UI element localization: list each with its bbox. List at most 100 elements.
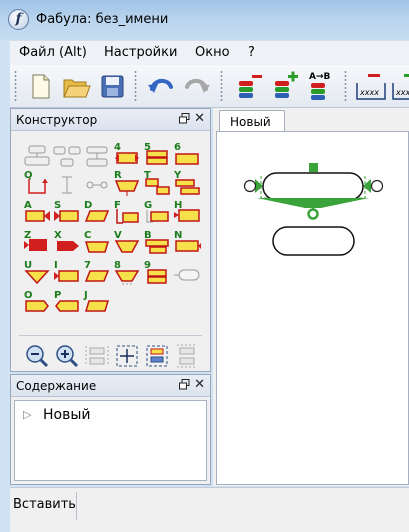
palette-block-4[interactable]: 4 xyxy=(113,142,141,169)
menu-window[interactable]: Окно xyxy=(195,45,230,60)
palette-block-t[interactable]: T xyxy=(143,170,171,197)
stack-rename-icon: A→B xyxy=(309,72,331,100)
palette-block-split-gray[interactable] xyxy=(83,145,111,169)
palette-block-9[interactable]: 9 xyxy=(143,260,171,287)
palette-block-process-group[interactable] xyxy=(23,145,51,169)
palette-label: C xyxy=(84,230,92,241)
palette-label: 4 xyxy=(114,142,121,153)
save-button[interactable] xyxy=(95,69,129,103)
diagram-canvas[interactable] xyxy=(216,131,409,485)
status-separator xyxy=(76,492,77,520)
palette-block-c[interactable]: C xyxy=(83,230,111,257)
palette-block-terminator[interactable] xyxy=(173,263,201,287)
palette-block-connector[interactable] xyxy=(53,173,81,197)
palette-block-n[interactable]: N xyxy=(173,230,201,257)
rename-block-button[interactable]: A→B xyxy=(304,69,338,103)
palette-block-u[interactable]: U xyxy=(23,260,51,287)
redo-button[interactable] xyxy=(180,69,214,103)
toolbar-grip[interactable] xyxy=(344,70,347,103)
palette-label: X xyxy=(54,230,62,241)
undo-button[interactable] xyxy=(144,69,178,103)
palette-block-5[interactable]: 5 xyxy=(143,142,171,169)
palette-label: J xyxy=(84,290,88,301)
palette-block-i[interactable]: I xyxy=(53,260,81,287)
status-text: Вставить xyxy=(13,497,76,512)
add-text-button[interactable]: xxxx xyxy=(390,69,409,103)
fit-all-button[interactable] xyxy=(144,343,170,369)
palette-block-j[interactable]: J xyxy=(83,290,111,317)
palette-block-s[interactable]: S xyxy=(53,200,81,227)
palette-block-p[interactable]: P xyxy=(53,290,81,317)
palette-block-8[interactable]: 8 xyxy=(113,260,141,287)
palette-block-h[interactable]: H xyxy=(173,200,201,227)
toolbar-grip[interactable] xyxy=(134,70,137,103)
float-panel-icon[interactable] xyxy=(179,113,190,124)
expand-arrow-icon[interactable]: ▷ xyxy=(23,408,31,421)
center-view-button[interactable] xyxy=(114,343,140,369)
start-block[interactable] xyxy=(262,172,364,201)
palette-block-v[interactable]: V xyxy=(113,230,141,257)
palette-label: H xyxy=(174,200,183,211)
float-panel-icon[interactable] xyxy=(179,379,190,390)
palette-divider xyxy=(19,335,202,336)
app-logo-icon[interactable]: f xyxy=(8,9,29,30)
palette-block-y[interactable]: Y xyxy=(173,170,201,197)
new-file-button[interactable] xyxy=(23,69,57,103)
palette-block-f[interactable]: F xyxy=(113,200,141,227)
fit-width-button[interactable] xyxy=(84,343,110,369)
folder-icon xyxy=(63,79,91,98)
end-block[interactable] xyxy=(272,226,355,256)
palette-label: 5 xyxy=(144,142,151,153)
palette-block-z[interactable]: Z xyxy=(23,230,51,257)
menu-settings[interactable]: Настройки xyxy=(104,45,177,60)
toolbar-grip[interactable] xyxy=(220,70,223,103)
palette-block-g[interactable]: G xyxy=(143,200,171,227)
palette-block-o[interactable]: O xyxy=(23,290,51,317)
palette-label: O xyxy=(24,290,33,301)
zoom-in-button[interactable] xyxy=(54,343,80,369)
remove-text-button[interactable]: xxxx xyxy=(354,69,388,103)
right-arrow-marker xyxy=(363,179,371,193)
palette-block-b[interactable]: B xyxy=(143,230,171,257)
status-bar: Вставить xyxy=(10,487,409,532)
stack-plus-icon xyxy=(275,71,298,98)
palette-block-a[interactable]: A xyxy=(23,200,51,227)
palette-block-6[interactable]: 6 xyxy=(173,142,201,169)
palette-block-7[interactable]: 7 xyxy=(83,260,111,287)
redo-icon xyxy=(185,78,210,93)
new-file-icon xyxy=(32,74,50,99)
left-port-circle[interactable] xyxy=(243,179,257,193)
remove-block-button[interactable] xyxy=(232,69,266,103)
constructor-panel: Конструктор ✕ 4 5 6 Q R T Y A S D F G H … xyxy=(10,108,211,372)
palette-label: F xyxy=(114,200,121,211)
palette-block-branch-gray[interactable] xyxy=(53,145,81,169)
constructor-panel-header[interactable]: Конструктор ✕ xyxy=(11,109,210,131)
palette-block-q[interactable]: Q xyxy=(23,170,51,197)
left-arrow-marker xyxy=(255,179,263,193)
palette-block-x[interactable]: X xyxy=(53,230,81,257)
menu-file[interactable]: Файл (Alt) xyxy=(19,45,87,60)
connector-top-handle[interactable] xyxy=(309,163,318,172)
close-panel-icon[interactable]: ✕ xyxy=(194,111,205,126)
fit-height-button[interactable] xyxy=(174,343,200,369)
menu-help[interactable]: ? xyxy=(248,45,255,60)
toolbar-grip[interactable] xyxy=(14,70,17,103)
contents-panel-title: Содержание xyxy=(16,379,97,393)
process-group-gray-icon xyxy=(24,145,50,166)
contents-panel-header[interactable]: Содержание ✕ xyxy=(11,375,210,397)
tab-document[interactable]: Новый xyxy=(219,110,285,132)
palette-block-d[interactable]: D xyxy=(83,200,111,227)
add-block-button[interactable] xyxy=(268,69,302,103)
connector-bottom-handle[interactable] xyxy=(307,208,319,220)
open-folder-button[interactable] xyxy=(59,69,93,103)
right-port-circle[interactable] xyxy=(370,179,384,193)
tab-label: Новый xyxy=(230,115,271,129)
palette-block-r[interactable]: R xyxy=(113,170,141,197)
palette-block-link[interactable] xyxy=(83,173,111,197)
title-bar: f Фабула: без_имени xyxy=(0,0,409,40)
flowchart-drawing xyxy=(243,163,384,256)
main-toolbar: A→B xxxx xxxx xyxy=(10,65,409,108)
close-panel-icon[interactable]: ✕ xyxy=(194,377,205,392)
text-field-label: xxxx xyxy=(359,88,379,97)
zoom-out-button[interactable] xyxy=(24,343,50,369)
